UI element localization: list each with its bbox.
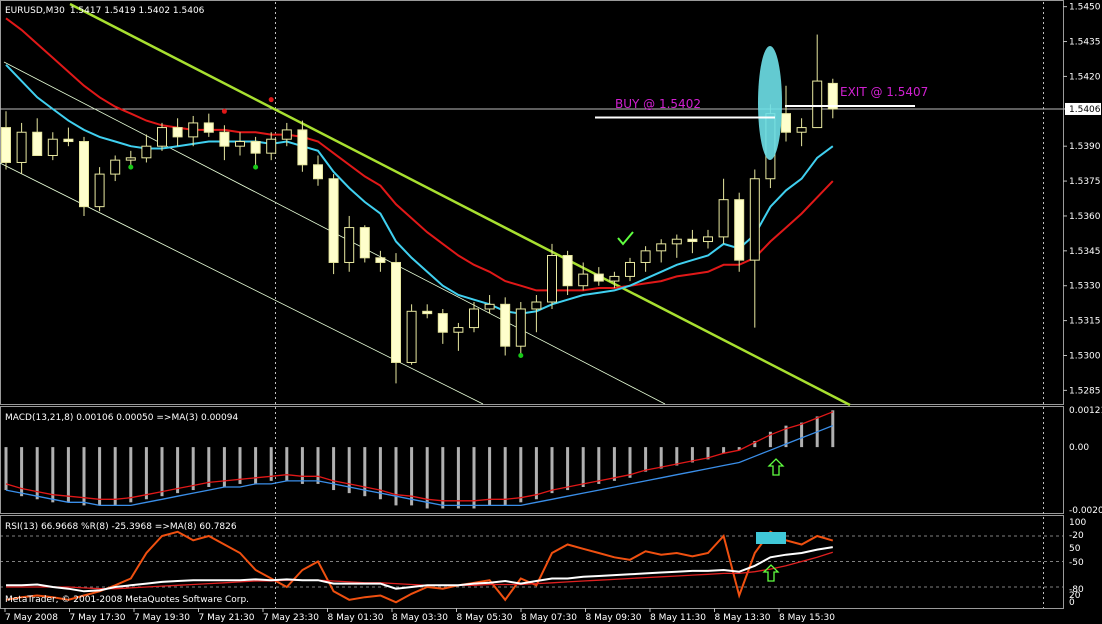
candle-body <box>703 236 713 243</box>
candle-body <box>437 313 448 333</box>
candle-body <box>359 227 370 259</box>
rsi-highlight-box <box>756 532 786 544</box>
macd-title: MACD(13,21,8) 0.00106 0.00050 =>MA(3) 0.… <box>5 413 238 423</box>
candle-body <box>32 131 43 156</box>
candle-body <box>718 199 729 238</box>
time-tick-label: 7 May 19:30 <box>134 613 190 623</box>
price-tick-label: 1.5420 <box>1069 72 1101 82</box>
time-tick-label: 7 May 21:30 <box>199 613 255 623</box>
candle-body <box>203 122 214 133</box>
candle-body <box>141 145 152 159</box>
time-tick-label: 8 May 13:30 <box>715 613 771 623</box>
candle-body <box>656 243 667 252</box>
signal-dot <box>268 97 274 103</box>
rsi-tick-label: 50 <box>1069 544 1081 554</box>
signal-dot <box>253 164 259 170</box>
candle-body <box>625 261 635 277</box>
candle-body <box>375 257 386 263</box>
candle-body <box>562 254 573 287</box>
price-tick-label: 1.5330 <box>1069 282 1101 292</box>
macd-tick-label: 0.00121 <box>1069 406 1102 416</box>
price-tick-label: 1.5345 <box>1069 247 1101 257</box>
candle-body <box>391 261 401 363</box>
rsi-tick-label: -50 <box>1069 558 1084 568</box>
candle-body <box>328 178 339 263</box>
candle-body <box>297 129 308 166</box>
price-tick-label: 1.5315 <box>1069 317 1101 327</box>
time-tick-label: 7 May 23:30 <box>263 613 319 623</box>
candle-body <box>500 303 511 347</box>
candle-body <box>172 127 183 138</box>
rsi-tick-label: -20 <box>1069 531 1084 541</box>
candle-body <box>578 273 589 287</box>
candle-body <box>484 303 495 310</box>
candle-body <box>453 327 464 333</box>
trading-chart[interactable]: 0.001210.00-0.00205 100-2050-50-80200 1.… <box>0 0 1102 624</box>
candle-body <box>781 113 791 133</box>
candle-body <box>79 141 89 208</box>
rsi-tick-label: 100 <box>1069 518 1086 528</box>
time-tick-label: 8 May 05:30 <box>457 613 513 623</box>
candle-body <box>515 308 526 347</box>
candle-body <box>1 127 11 163</box>
candle-body <box>609 275 620 282</box>
macd-tick-label: -0.00205 <box>1069 506 1102 516</box>
exit-annotation: EXIT @ 1.5407 <box>840 85 928 99</box>
candle-body <box>94 173 105 208</box>
price-tick-label: 1.5435 <box>1069 38 1101 48</box>
candle-body <box>749 178 760 261</box>
candle-body <box>110 159 121 175</box>
candle-body <box>281 129 292 140</box>
candle-body <box>235 141 245 147</box>
candle-body <box>671 238 682 245</box>
price-tick-label: 1.5360 <box>1069 212 1101 222</box>
price-tick-label: 1.5450 <box>1069 3 1101 13</box>
candle-body <box>640 250 651 263</box>
candle-body <box>344 227 355 263</box>
candle-body <box>734 199 745 261</box>
candle-body <box>188 122 199 138</box>
macd-tick-label: 0.00 <box>1069 443 1089 453</box>
candle-body <box>422 310 433 315</box>
copyright-text: MetaTrader, © 2001-2008 MetaQuotes Softw… <box>5 595 249 605</box>
rsi-tick-label: 0 <box>1069 598 1075 608</box>
candle-body <box>16 131 27 163</box>
time-tick-label: 8 May 09:30 <box>586 613 642 623</box>
candle-body <box>406 310 417 363</box>
signal-dot <box>221 108 227 114</box>
price-tick-label: 1.5300 <box>1069 351 1101 361</box>
candle-body <box>63 138 74 143</box>
highlight-ellipse <box>758 46 782 160</box>
time-tick-label: 7 May 17:30 <box>70 613 126 623</box>
candle-body <box>531 301 542 310</box>
price-tick-label: 1.5390 <box>1069 142 1101 152</box>
time-tick-label: 8 May 11:30 <box>650 613 706 623</box>
symbol-title: EURUSD,M30 1.5417 1.5419 1.5402 1.5406 <box>5 6 205 16</box>
buy-annotation: BUY @ 1.5402 <box>615 97 701 111</box>
price-tick-label: 1.5285 <box>1069 386 1101 396</box>
candle-body <box>125 157 136 161</box>
time-tick-label: 8 May 03:30 <box>392 613 448 623</box>
time-tick-label: 8 May 07:30 <box>521 613 577 623</box>
candle-body <box>469 308 479 329</box>
price-tick-label: 1.5375 <box>1069 177 1101 187</box>
time-tick-label: 8 May 15:30 <box>779 613 835 623</box>
signal-dot <box>128 164 134 170</box>
candle-body <box>812 80 823 129</box>
rsi-title: RSI(13) 66.9668 %R(8) -25.3968 =>MA(8) 6… <box>5 522 237 532</box>
candle-body <box>796 127 807 133</box>
signal-dot <box>518 352 524 358</box>
candle-body <box>47 138 58 156</box>
time-tick-label: 8 May 01:30 <box>328 613 384 623</box>
current-price-label: 1.5406 <box>1069 105 1101 115</box>
candle-body <box>266 138 277 154</box>
candle-body <box>687 238 698 243</box>
candle-body <box>157 127 167 147</box>
candle-body <box>547 254 557 303</box>
candle-body <box>593 273 604 282</box>
candle-body <box>219 131 230 147</box>
candle-body <box>313 164 323 180</box>
candle-body <box>250 141 261 154</box>
time-tick-label: 7 May 2008 <box>5 613 58 623</box>
